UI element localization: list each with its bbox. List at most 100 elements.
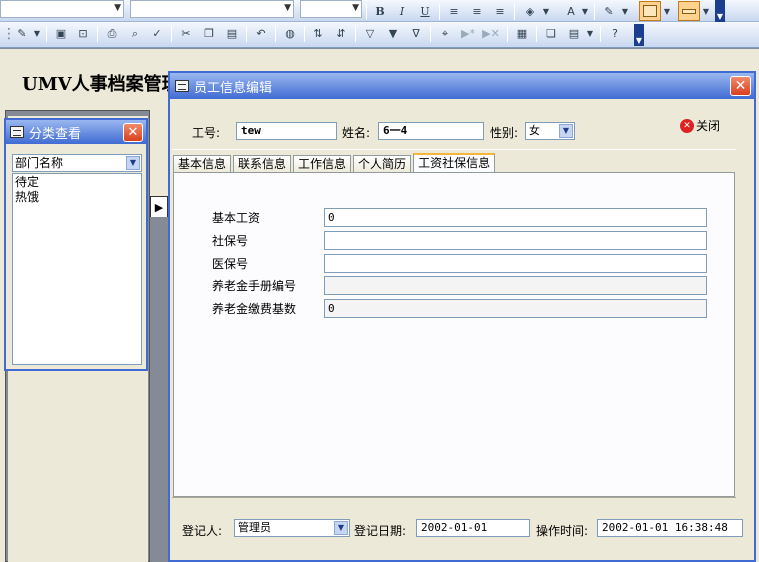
view-icon[interactable]: ✎	[13, 25, 31, 42]
new-object-icon[interactable]: ▤	[565, 25, 583, 42]
salary-insurance-panel: 基本工资 0 社保号 医保号 养老金手册编号 养老金缴费基数 0	[173, 172, 735, 497]
chevron-down-icon[interactable]: ▼	[620, 3, 630, 20]
chevron-down-icon[interactable]: ▼	[585, 25, 595, 42]
chevron-down-icon[interactable]: ▼	[580, 3, 590, 20]
toolbar-separator	[600, 26, 601, 42]
hyperlink-icon[interactable]: ◍	[281, 25, 299, 42]
paste-icon[interactable]: ▤	[223, 25, 241, 42]
chevron-down-icon[interactable]: ▼	[541, 3, 551, 20]
divider	[172, 149, 736, 150]
font-name-combo[interactable]: ▼	[130, 0, 294, 18]
fill-color-icon[interactable]: ◈	[521, 3, 539, 20]
toolbar-separator	[171, 26, 172, 42]
employee-window-titlebar[interactable]: 员工信息编辑	[170, 73, 754, 99]
filter-by-form-icon[interactable]: ▼	[384, 25, 402, 42]
name-field[interactable]: 6一4	[378, 122, 484, 140]
save-icon[interactable]: ▣	[52, 25, 70, 42]
gender-select[interactable]: 女 ▼	[525, 122, 575, 140]
apply-filter-icon[interactable]: ∇	[407, 25, 425, 42]
bold-button[interactable]: B	[371, 3, 389, 20]
tab-resume[interactable]: 个人简历	[353, 155, 412, 173]
object-combo[interactable]: ▼	[0, 0, 124, 18]
medical-insurance-field[interactable]	[324, 254, 707, 273]
chevron-down-icon[interactable]: ▼	[662, 3, 672, 20]
toolbar-separator	[304, 26, 305, 42]
database-window-icon[interactable]: ❏	[542, 25, 560, 42]
underline-button[interactable]: U	[416, 3, 434, 20]
reg-date-label: 登记日期:	[354, 524, 407, 538]
record-selector-icon[interactable]: ▶	[150, 196, 168, 218]
tab-contact-info[interactable]: 联系信息	[233, 155, 292, 173]
tab-salary-insurance[interactable]: 工资社保信息	[413, 153, 496, 173]
properties-icon[interactable]: ▦	[513, 25, 531, 42]
undo-icon[interactable]: ↶	[252, 25, 270, 42]
pension-base-label: 养老金缴费基数	[212, 302, 297, 316]
tab-strip: 基本信息 联系信息 工作信息 个人简历 工资社保信息	[173, 153, 497, 173]
chevron-down-icon[interactable]: ▼	[334, 521, 348, 535]
line-width-icon[interactable]	[639, 1, 661, 21]
line-color-icon[interactable]: ✎	[600, 3, 618, 20]
base-salary-label: 基本工资	[212, 211, 261, 225]
print-icon[interactable]: ⎙	[103, 25, 121, 42]
toolbar-separator	[275, 26, 276, 42]
op-time-field[interactable]: 2002-01-01 16:38:48	[597, 519, 743, 537]
base-salary-field[interactable]: 0	[324, 208, 707, 227]
close-button[interactable]: ✕ 关闭	[680, 117, 720, 134]
medical-insurance-label: 医保号	[212, 257, 249, 271]
toolbar-separator	[355, 26, 356, 42]
chevron-down-icon: ▼	[284, 3, 291, 13]
help-icon[interactable]: ?	[606, 25, 624, 42]
toolbar-options-icon[interactable]: ▼	[634, 24, 644, 46]
find-icon[interactable]: ⌖	[436, 25, 454, 42]
copy-icon[interactable]: ❐	[200, 25, 218, 42]
op-time-label: 操作时间:	[536, 524, 589, 538]
italic-button[interactable]: I	[393, 3, 411, 20]
align-right-icon[interactable]: ≡	[491, 3, 509, 20]
id-field[interactable]: tew	[236, 122, 337, 140]
sort-descending-icon[interactable]: ⇵	[332, 25, 350, 42]
formatting-toolbar: ▼ ▼ ▼ B I U ≡ ≡ ≡ ◈ ▼ A ▼ ✎ ▼ ▼ ▼ ▼	[0, 0, 759, 22]
category-list[interactable]: 待定 热饿	[12, 173, 142, 365]
close-circle-icon: ✕	[680, 118, 694, 133]
font-size-combo[interactable]: ▼	[300, 0, 362, 18]
toolbar-separator	[439, 4, 440, 20]
form-design-toolbar: ⋮ ✎ ▼ ▣ ⊡ ⎙ ⌕ ✓ ✂ ❐ ▤ ↶ ◍ ⇅ ⇵ ▽ ▼ ∇ ⌖ ▶*…	[0, 22, 759, 48]
cut-icon[interactable]: ✂	[177, 25, 195, 42]
toolbar-separator	[430, 26, 431, 42]
chevron-down-icon[interactable]: ▼	[32, 25, 42, 42]
close-icon[interactable]: ✕	[730, 76, 751, 96]
social-security-field[interactable]	[324, 231, 707, 250]
chevron-down-icon: ▼	[114, 3, 121, 13]
chevron-down-icon[interactable]: ▼	[559, 124, 573, 138]
pension-book-label: 养老金手册编号	[212, 279, 297, 293]
tab-basic-info[interactable]: 基本信息	[173, 155, 232, 173]
close-icon[interactable]: ✕	[123, 123, 143, 142]
search-file-icon[interactable]: ⊡	[74, 25, 92, 42]
reg-date-field[interactable]: 2002-01-01	[416, 519, 530, 537]
pension-book-field[interactable]	[324, 276, 707, 295]
gender-value: 女	[529, 124, 540, 137]
spell-check-icon[interactable]: ✓	[148, 25, 166, 42]
close-button-label: 关闭	[696, 119, 721, 133]
font-color-button[interactable]: A	[562, 3, 580, 20]
tab-work-info[interactable]: 工作信息	[293, 155, 352, 173]
delete-record-icon[interactable]: ▶✕	[482, 25, 500, 42]
list-item[interactable]: 热饿	[15, 190, 139, 205]
category-filter-select[interactable]: 部门名称 ▼	[12, 154, 142, 172]
employee-window-title: 员工信息编辑	[194, 80, 273, 96]
new-record-icon[interactable]: ▶*	[459, 25, 477, 42]
pension-base-field[interactable]: 0	[324, 299, 707, 318]
align-center-icon[interactable]: ≡	[468, 3, 486, 20]
sort-ascending-icon[interactable]: ⇅	[309, 25, 327, 42]
list-item[interactable]: 待定	[15, 175, 139, 190]
registrar-select[interactable]: 管理员 ▼	[234, 519, 350, 537]
chevron-down-icon[interactable]: ▼	[126, 156, 140, 170]
align-left-icon[interactable]: ≡	[445, 3, 463, 20]
form-icon	[10, 126, 24, 138]
filter-by-selection-icon[interactable]: ▽	[361, 25, 379, 42]
chevron-down-icon[interactable]: ▼	[701, 3, 711, 20]
special-effect-icon[interactable]	[678, 1, 700, 21]
social-security-label: 社保号	[212, 234, 249, 248]
toolbar-options-icon[interactable]: ▼	[715, 0, 725, 22]
print-preview-icon[interactable]: ⌕	[126, 25, 144, 42]
